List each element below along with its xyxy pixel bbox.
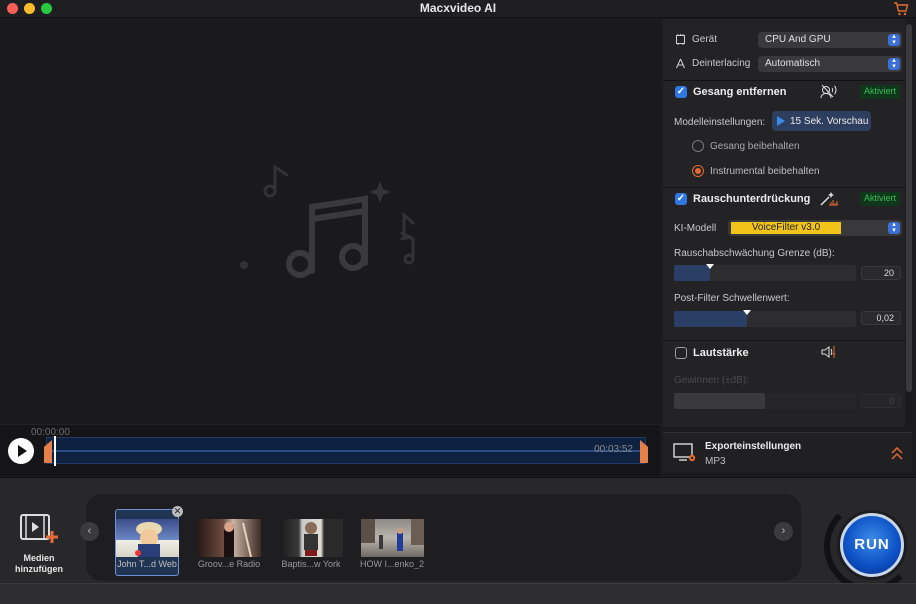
device-select[interactable]: CPU And GPU ▴ ▾	[758, 32, 902, 48]
media-thumbnail[interactable]	[280, 519, 343, 557]
noise-threshold-label: Rauschabschwächung Grenze (dB):	[674, 248, 835, 259]
footer-bar	[0, 583, 916, 604]
divider	[663, 340, 905, 341]
add-media-label-line2: hinzufügen	[15, 564, 63, 574]
export-format: MP3	[705, 456, 726, 467]
add-media-label-line1: Medien	[23, 553, 55, 563]
export-settings[interactable]: Exporteinstellungen MP3	[663, 432, 912, 472]
ai-model-label: KI-Modell	[674, 223, 717, 234]
media-caption: Groov...e Radio	[197, 559, 261, 569]
voice-remove-icon	[820, 84, 837, 99]
noise-threshold-input[interactable]: 20	[861, 266, 901, 280]
divider	[663, 187, 905, 188]
keep-instrumental-radio[interactable]	[692, 165, 704, 177]
postfilter-label: Post-Filter Schwellenwert:	[674, 293, 790, 304]
deinterlacing-select[interactable]: Automatisch ▴ ▾	[758, 56, 902, 72]
keep-instrumental-label: Instrumental beibehalten	[710, 166, 820, 177]
ai-model-select[interactable]: VoiceFilter v3.0 ▴ ▾	[728, 220, 902, 236]
postfilter-input[interactable]: 0,02	[861, 311, 901, 325]
postfilter-thumb[interactable]	[742, 310, 751, 315]
noise-reduction-checkbox[interactable]: ✓	[675, 193, 687, 205]
postfilter-fill	[674, 311, 747, 327]
media-thumbnail[interactable]	[361, 519, 424, 557]
app-title: Macxvideo AI	[419, 1, 497, 15]
play-button[interactable]	[8, 438, 34, 464]
deinterlacing-select-value: Automatisch	[765, 58, 821, 69]
gain-fill	[674, 393, 765, 409]
vocal-removal-status-badge: Aktiviert	[860, 85, 901, 99]
waveform-line	[47, 450, 645, 452]
thumbnail-image-2	[224, 522, 252, 558]
media-strip: ‹ › ✕ John T...d Web Groov...e Radio Bap…	[80, 494, 801, 581]
noise-threshold-thumb[interactable]	[706, 264, 715, 269]
total-duration: 00:03:52	[594, 444, 633, 455]
noise-reduction-title: Rauschunterdrückung	[693, 193, 811, 205]
cart-icon[interactable]	[893, 1, 909, 17]
postfilter-slider[interactable]	[674, 310, 856, 327]
device-label: Gerät	[692, 34, 718, 45]
preview-15s-label: 15 Sek. Vorschau	[790, 116, 869, 127]
chip-icon	[676, 34, 685, 45]
play-icon	[777, 116, 785, 126]
ai-model-value: VoiceFilter v3.0	[731, 222, 841, 234]
trim-end-handle[interactable]	[640, 440, 648, 463]
divider	[663, 80, 905, 81]
music-note-icon	[240, 164, 415, 278]
volume-icon	[821, 346, 836, 358]
title-bar: Macxvideo AI	[0, 0, 916, 18]
noise-reduction-status-badge: Aktiviert	[860, 192, 901, 206]
settings-panel: Gerät CPU And GPU ▴ ▾ Deinterlacing Autom…	[663, 19, 905, 427]
keep-vocals-label: Gesang beibehalten	[710, 141, 800, 152]
volume-title: Lautstärke	[693, 347, 749, 359]
chevron-updown-icon: ▴ ▾	[888, 33, 900, 46]
play-icon	[18, 445, 27, 457]
device-select-value: CPU And GPU	[765, 34, 831, 45]
noise-threshold-fill	[674, 265, 711, 281]
media-thumbnail[interactable]	[116, 519, 179, 557]
thumbnail-image-1	[135, 522, 162, 557]
vocal-removal-title: Gesang entfernen	[693, 86, 787, 98]
noise-threshold-slider[interactable]	[674, 264, 856, 281]
run-button[interactable]: RUN	[840, 513, 904, 577]
scroll-left-button[interactable]: ‹	[80, 522, 99, 541]
deinterlace-icon	[676, 58, 685, 69]
preview-area	[0, 19, 660, 424]
panel-scrollbar[interactable]	[906, 24, 912, 392]
gain-input[interactable]: 0	[861, 394, 901, 408]
thumbnail-image-4	[361, 519, 424, 551]
timeline: 00:00:00 00:03:52	[0, 424, 660, 476]
volume-checkbox[interactable]	[675, 347, 687, 359]
export-settings-icon	[673, 443, 696, 462]
chevron-updown-icon: ▴ ▾	[888, 57, 900, 70]
trim-start-handle[interactable]	[44, 440, 52, 463]
media-caption: John T...d Web	[117, 559, 177, 569]
preview-15s-button[interactable]: 15 Sek. Vorschau	[772, 111, 871, 131]
deinterlacing-label: Deinterlacing	[692, 58, 751, 69]
scroll-right-button[interactable]: ›	[774, 522, 793, 541]
chevron-double-up-icon[interactable]	[891, 447, 903, 460]
magic-wand-icon	[820, 192, 838, 206]
chevron-updown-icon: ▴ ▾	[888, 221, 900, 234]
add-media-icon[interactable]	[20, 513, 60, 545]
media-caption: HOW I...enko_2	[359, 559, 425, 569]
media-caption: Baptis...w York	[281, 559, 341, 569]
vocal-removal-checkbox[interactable]: ✓	[675, 86, 687, 98]
thumbnail-image-3	[304, 522, 318, 556]
remove-item-icon[interactable]: ✕	[172, 506, 183, 517]
model-settings-label: Modelleinstellungen:	[674, 117, 766, 128]
export-settings-title: Exporteinstellungen	[705, 441, 802, 452]
timeline-track[interactable]: 00:03:52	[44, 436, 648, 466]
add-media-label[interactable]: Medien hinzufügen	[0, 553, 78, 575]
keep-vocals-radio[interactable]	[692, 140, 704, 152]
playhead[interactable]	[54, 436, 56, 466]
gain-label: Gewinnen (±dB):	[674, 375, 749, 386]
media-thumbnail[interactable]	[198, 519, 261, 558]
gain-slider[interactable]	[674, 393, 856, 409]
